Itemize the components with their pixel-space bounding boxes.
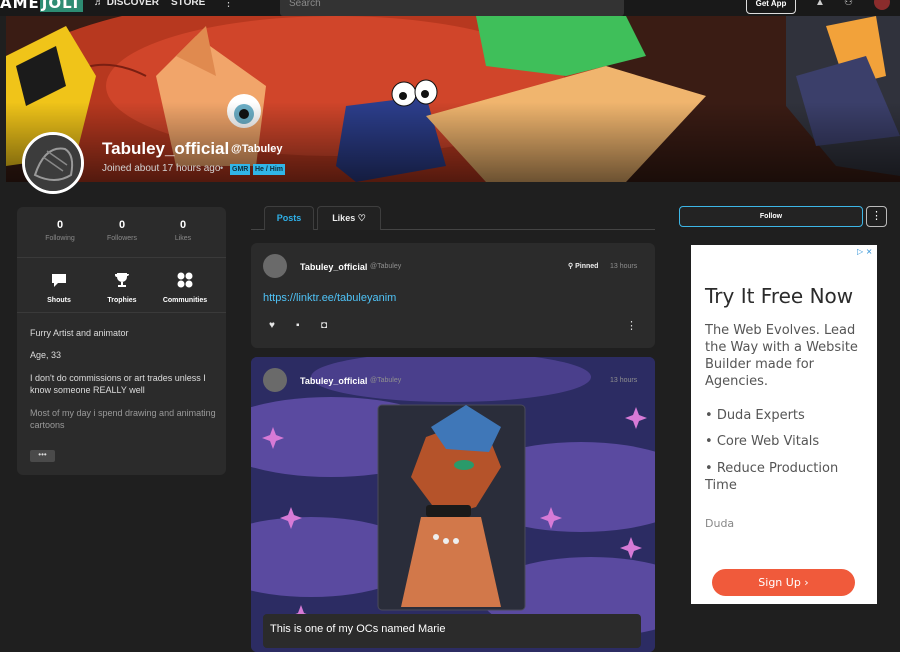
post-author-name[interactable]: Tabuley_official	[300, 376, 367, 386]
profile-name: Tabuley_official	[102, 139, 230, 158]
bio-line: Most of my day i spend drawing and anima…	[30, 408, 216, 430]
pinned-badge: ⚲ Pinned	[568, 263, 599, 270]
more-nav-button[interactable]: ⋮	[223, 0, 234, 9]
advertisement[interactable]: ▷ × Try It Free Now The Web Evolves. Lea…	[691, 245, 877, 604]
ad-title: Try It Free Now	[705, 284, 854, 308]
stat-label: Followers	[107, 235, 137, 242]
shouts-button[interactable]: Shouts	[29, 271, 89, 304]
ad-bullet-text: Core Web Vitals	[716, 434, 820, 449]
post-menu-button[interactable]: ⋮	[626, 319, 637, 332]
stat-label: Likes	[174, 235, 192, 242]
post-time: 13 hours	[610, 263, 638, 270]
divider	[17, 257, 226, 258]
stat-value: 0	[56, 219, 64, 231]
ad-choices-icon[interactable]: ▷ ×	[857, 247, 872, 256]
trophies-label: Trophies	[107, 297, 137, 304]
post-card[interactable]: Tabuley_official @Tabuley 13 hours This …	[251, 357, 655, 652]
tag-gmr: GMR	[230, 164, 251, 175]
avatar-sketch-icon	[25, 135, 81, 191]
ad-bullet-text: Duda Experts	[716, 408, 805, 423]
profile-menu-button[interactable]: ⋮	[866, 206, 887, 227]
post-image[interactable]	[251, 357, 655, 652]
post-link[interactable]: https://linktr.ee/tabuleyanim	[263, 292, 396, 304]
post-artwork	[251, 357, 655, 652]
post-author-handle: @Tabuley	[370, 377, 402, 384]
tab-posts[interactable]: Posts	[264, 206, 314, 230]
divider	[17, 312, 226, 313]
trophies-button[interactable]: Trophies	[92, 271, 152, 304]
stat-value: 0	[118, 219, 126, 231]
discover-link[interactable]: ♬ DISCOVER	[94, 0, 159, 8]
post-card[interactable]: Tabuley_official @Tabuley ⚲ Pinned 13 ho…	[251, 243, 655, 348]
tag-pronouns: He / Him	[253, 164, 286, 175]
tab-likes[interactable]: Likes ♡	[317, 206, 381, 230]
site-logo[interactable]: AME JOLT	[0, 0, 84, 12]
ad-bullet: • Reduce Production Time	[705, 461, 839, 493]
stat-following[interactable]: 0 Following	[30, 219, 90, 242]
like-icon[interactable]: ♥	[269, 320, 275, 331]
post-author-avatar[interactable]	[263, 368, 287, 392]
follow-button[interactable]: Follow	[679, 206, 863, 227]
store-link[interactable]: STORE	[171, 0, 205, 8]
shout-icon	[52, 274, 66, 287]
post-author-name[interactable]: Tabuley_official	[300, 262, 367, 272]
get-app-button[interactable]: Get App	[746, 0, 796, 14]
ad-bullet: • Core Web Vitals	[705, 434, 820, 449]
communities-icon	[177, 272, 193, 288]
stat-followers[interactable]: 0 Followers	[92, 219, 152, 242]
profile-handle: @Tabuley	[231, 143, 283, 155]
bio-line: I don't do commissions or art trades unl…	[30, 373, 206, 395]
profile-joined: Joined about 17 hours ago	[102, 163, 221, 174]
shouts-label: Shouts	[47, 297, 71, 304]
pinned-label: Pinned	[575, 263, 599, 270]
post-time: 13 hours	[610, 377, 638, 384]
stat-likes[interactable]: 0 Likes	[153, 219, 213, 242]
comment-icon[interactable]: ▪	[296, 320, 300, 331]
friends-icon[interactable]: ⚇	[844, 0, 853, 8]
search-input[interactable]: Search	[280, 0, 624, 16]
ad-bullet-text: Reduce Production Time	[705, 461, 839, 493]
post-author-handle: @Tabuley	[370, 263, 402, 270]
logo-text-left: AME	[0, 0, 40, 12]
post-author-avatar[interactable]	[263, 254, 287, 278]
ad-signup-button[interactable]: Sign Up ›	[712, 569, 855, 596]
tab-likes-label: Likes	[332, 213, 356, 223]
bio-line: Age, 33	[30, 350, 62, 360]
bio-expand-button[interactable]: •••	[30, 450, 55, 462]
logo-text-right: JOLT	[39, 0, 84, 12]
ad-bullet: • Duda Experts	[705, 408, 805, 423]
communities-button[interactable]: Communities	[155, 271, 215, 304]
bio-line: Furry Artist and animator	[30, 328, 129, 338]
profile-avatar[interactable]	[22, 132, 84, 194]
stat-value: 0	[179, 219, 187, 231]
separator-dot: •	[220, 163, 224, 173]
profile-tabs: Posts Likes ♡	[251, 206, 655, 230]
communities-label: Communities	[162, 297, 208, 304]
user-avatar[interactable]	[874, 0, 890, 10]
discover-label: DISCOVER	[106, 0, 160, 8]
post-caption: This is one of my OCs named Marie	[263, 614, 641, 648]
bell-icon[interactable]: ▲	[815, 0, 825, 8]
top-navigation: AME JOLT ♬ DISCOVER STORE ⋮ Search Get Ap…	[0, 0, 900, 16]
boost-icon[interactable]: ◘	[321, 320, 327, 331]
stat-label: Following	[45, 235, 75, 242]
trophy-icon	[115, 273, 129, 287]
likes-hidden-icon: ♡	[357, 213, 366, 223]
ad-body: The Web Evolves. Lead the Way with a Web…	[705, 323, 858, 389]
ad-brand: Duda	[705, 517, 735, 530]
profile-info-card: 0 Following 0 Followers 0 Likes Shouts T…	[17, 207, 226, 475]
